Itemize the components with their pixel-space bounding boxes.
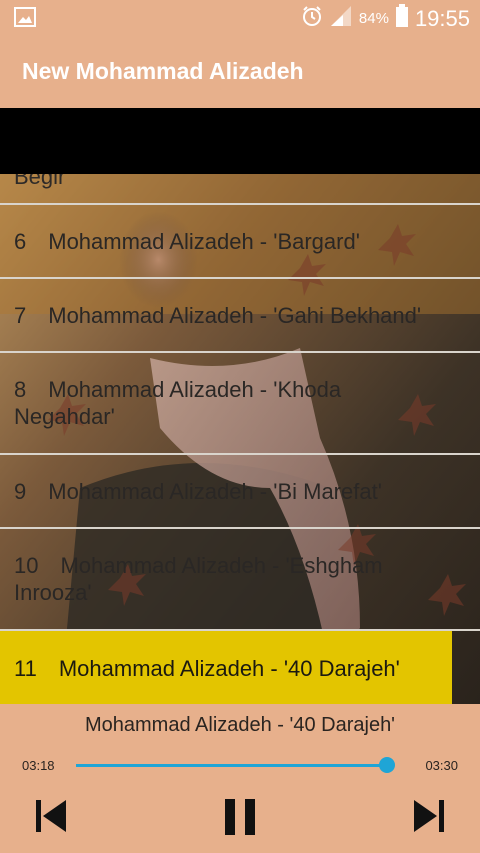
elapsed-time: 03:18 (22, 758, 55, 773)
list-item[interactable]: 9 Mohammad Alizadeh - 'Bi Marefat' (0, 455, 480, 529)
seek-bar[interactable] (76, 757, 396, 773)
list-item[interactable]: 7 Mohammad Alizadeh - 'Gahi Bekhand' (0, 279, 480, 353)
image-icon (14, 7, 36, 32)
list-item-label: Begir (14, 174, 66, 189)
duration-time: 03:30 (425, 758, 458, 773)
track-number: 9 (14, 478, 27, 504)
previous-button[interactable] (34, 798, 68, 839)
track-title: Mohammad Alizadeh - 'Eshgham (60, 553, 383, 578)
track-number: 10 (14, 553, 39, 578)
list-item[interactable]: 6 Mohammad Alizadeh - 'Bargard' (0, 205, 480, 279)
battery-icon (395, 4, 409, 33)
track-title-continued: Inrooza' (14, 580, 92, 605)
signal-icon (329, 5, 353, 32)
black-band (0, 108, 480, 174)
seek-bar-fill (76, 764, 388, 767)
song-list: Begir 6 Mohammad Alizadeh - 'Bargard' 7 Mo… (0, 174, 480, 704)
list-item-partial[interactable]: Begir (0, 174, 480, 205)
list-item[interactable]: 8 Mohammad Alizadeh - 'Khoda Negahdar' (0, 353, 480, 455)
track-title: Mohammad Alizadeh - 'Khoda (48, 377, 342, 402)
app-bar: New Mohammad Alizadeh (0, 36, 480, 108)
track-number: 8 (14, 377, 27, 402)
next-icon (412, 800, 446, 838)
clock: 19:55 (414, 5, 470, 31)
track-title-continued: Negahdar' (14, 404, 115, 429)
track-title: Mohammad Alizadeh - 'Bargard' (48, 228, 360, 254)
next-button[interactable] (412, 798, 446, 839)
now-playing-title: Mohammad Alizadeh - '40 Darajeh' (84, 714, 396, 736)
page-title: New Mohammad Alizadeh (22, 58, 304, 84)
player-panel: Mohammad Alizadeh - '40 Darajeh' 03:18 0… (0, 704, 480, 853)
battery-percent: 84% (358, 10, 389, 27)
track-title: Mohammad Alizadeh - 'Gahi Bekhand' (48, 302, 422, 328)
seek-thumb[interactable] (379, 757, 396, 773)
alarm-icon (301, 5, 323, 32)
previous-icon (34, 800, 68, 838)
list-item-selected[interactable]: 11 Mohammad Alizadeh - '40 Darajeh' (0, 631, 452, 704)
status-bar: 84% 19:55 (0, 0, 480, 36)
track-title: Mohammad Alizadeh - 'Bi Marefat' (48, 478, 382, 504)
track-number: 6 (14, 228, 27, 254)
list-item[interactable]: 10 Mohammad Alizadeh - 'Eshgham Inrooza' (0, 529, 480, 631)
pause-icon (223, 799, 257, 840)
track-number: 7 (14, 302, 27, 328)
track-number: 11 (14, 655, 37, 681)
song-list-area[interactable]: Begir 6 Mohammad Alizadeh - 'Bargard' 7 Mo… (0, 108, 480, 704)
pause-button[interactable] (223, 798, 257, 841)
track-title: Mohammad Alizadeh - '40 Darajeh' (58, 655, 400, 681)
